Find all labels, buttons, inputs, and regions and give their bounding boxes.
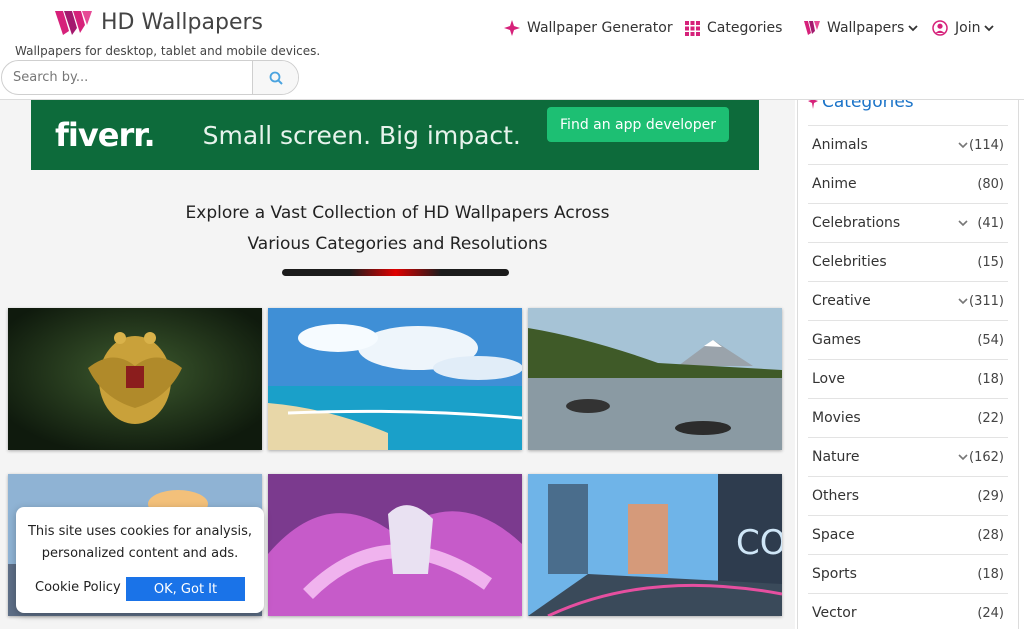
logo-text: HD Wallpapers bbox=[101, 10, 263, 35]
nav-wallpaper-generator[interactable]: Wallpaper Generator bbox=[504, 20, 673, 36]
sidebar-item-label: Space bbox=[812, 527, 855, 543]
user-icon bbox=[932, 20, 948, 36]
chevron-down-icon[interactable] bbox=[958, 219, 968, 227]
wallpaper-thumb[interactable] bbox=[268, 474, 522, 616]
cookie-message: This site uses cookies for analysis, per… bbox=[16, 521, 264, 565]
sidebar-item-celebrities[interactable]: Celebrities (15) bbox=[808, 242, 1008, 281]
sidebar-item-movies[interactable]: Movies (22) bbox=[808, 398, 1008, 437]
sidebar-item-count: (114) bbox=[969, 137, 1004, 153]
sidebar-item-creative[interactable]: Creative (311) bbox=[808, 281, 1008, 320]
sidebar-item-games[interactable]: Games (54) bbox=[808, 320, 1008, 359]
sidebar-item-label: Movies bbox=[812, 410, 861, 426]
ad-cta-button[interactable]: Find an app developer bbox=[547, 107, 729, 142]
sidebar-item-label: Anime bbox=[812, 176, 857, 192]
anime-beach-image bbox=[268, 308, 522, 450]
sidebar-item-count: (22) bbox=[977, 410, 1004, 426]
headline-line-1: Explore a Vast Collection of HD Wallpape… bbox=[185, 203, 610, 223]
ad-banner[interactable]: fiverr. Small screen. Big impact. Find a… bbox=[31, 100, 759, 170]
site-tagline: Wallpapers for desktop, tablet and mobil… bbox=[15, 44, 321, 58]
search-icon bbox=[269, 71, 283, 85]
sidebar-item-count: (162) bbox=[969, 449, 1004, 465]
chevron-down-icon bbox=[908, 24, 918, 32]
ad-headline: Small screen. Big impact. bbox=[202, 120, 521, 150]
sidebar-item-anime[interactable]: Anime (80) bbox=[808, 164, 1008, 203]
fantasy-character-image bbox=[268, 474, 522, 616]
search-input[interactable] bbox=[2, 61, 252, 94]
chevron-down-icon[interactable] bbox=[958, 297, 968, 305]
chevron-down-icon[interactable] bbox=[958, 141, 968, 149]
headline-line-2: Various Categories and Resolutions bbox=[247, 234, 548, 254]
sidebar-item-count: (41) bbox=[977, 215, 1004, 231]
coat-of-arms-image bbox=[8, 308, 262, 450]
sidebar-item-label: Celebrities bbox=[812, 254, 887, 270]
sidebar-item-count: (24) bbox=[977, 605, 1004, 621]
site-header: HD Wallpapers Wallpapers for desktop, ta… bbox=[0, 0, 1024, 100]
sidebar-item-animals[interactable]: Animals (114) bbox=[808, 125, 1008, 164]
sidebar-item-nature[interactable]: Nature (162) bbox=[808, 437, 1008, 476]
sidebar-item-count: (54) bbox=[977, 332, 1004, 348]
headline-divider bbox=[282, 269, 509, 276]
page-headline: Explore a Vast Collection of HD Wallpape… bbox=[0, 198, 795, 260]
category-list: Animals (114) Anime (80) Celebrations (41) Cel… bbox=[808, 125, 1008, 629]
nav-categories-label: Categories bbox=[707, 20, 783, 36]
sidebar-item-others[interactable]: Others (29) bbox=[808, 476, 1008, 515]
sidebar-item-label: Celebrations bbox=[812, 215, 901, 231]
chevron-down-icon[interactable] bbox=[958, 453, 968, 461]
search-button[interactable] bbox=[252, 61, 298, 94]
wallpaper-thumb[interactable] bbox=[8, 308, 262, 450]
grid-icon bbox=[685, 20, 700, 36]
nav-join[interactable]: Join bbox=[932, 20, 995, 36]
wallpaper-thumb[interactable]: CO bbox=[528, 474, 782, 616]
logo-w-icon bbox=[55, 10, 92, 35]
categories-sidebar: Categories Animals (114) Anime (80) Celebrat… bbox=[797, 92, 1019, 629]
svg-text:CO: CO bbox=[736, 523, 782, 563]
search-box bbox=[1, 60, 299, 95]
ad-brand-logo: fiverr. bbox=[55, 116, 156, 154]
nav-join-label: Join bbox=[955, 20, 981, 36]
sidebar-item-count: (28) bbox=[977, 527, 1004, 543]
site-logo[interactable]: HD Wallpapers bbox=[55, 10, 263, 35]
nav-wallpapers[interactable]: Wallpapers bbox=[804, 20, 918, 36]
cookie-banner: This site uses cookies for analysis, per… bbox=[16, 507, 264, 613]
sidebar-item-label: Animals bbox=[812, 137, 868, 153]
sidebar-item-label: Others bbox=[812, 488, 860, 504]
sidebar-item-space[interactable]: Space (28) bbox=[808, 515, 1008, 554]
sidebar-item-count: (29) bbox=[977, 488, 1004, 504]
chevron-down-icon bbox=[984, 24, 995, 32]
sidebar-item-celebrations[interactable]: Celebrations (41) bbox=[808, 203, 1008, 242]
sidebar-item-count: (15) bbox=[977, 254, 1004, 270]
cookie-message-line-2: personalized content and ads. bbox=[41, 546, 239, 561]
sidebar-item-count: (18) bbox=[977, 371, 1004, 387]
sidebar-item-label: Nature bbox=[812, 449, 860, 465]
nav-generator-label: Wallpaper Generator bbox=[527, 20, 673, 36]
sidebar-item-label: Vector bbox=[812, 605, 857, 621]
sparkle-icon bbox=[504, 20, 520, 36]
wallpaper-thumb[interactable] bbox=[268, 308, 522, 450]
wallpapers-w-icon bbox=[804, 21, 820, 35]
cookie-message-line-1: This site uses cookies for analysis, bbox=[27, 524, 253, 539]
sidebar-item-love[interactable]: Love (18) bbox=[808, 359, 1008, 398]
mountain-lake-image bbox=[528, 308, 782, 450]
sidebar-item-count: (311) bbox=[969, 293, 1004, 309]
cookie-policy-link[interactable]: Cookie Policy bbox=[35, 580, 121, 595]
sidebar-item-label: Games bbox=[812, 332, 861, 348]
sidebar-item-count: (18) bbox=[977, 566, 1004, 582]
sidebar-item-vector[interactable]: Vector (24) bbox=[808, 593, 1008, 629]
futuristic-city-image: CO bbox=[528, 474, 782, 616]
sidebar-item-count: (80) bbox=[977, 176, 1004, 192]
sidebar-item-label: Creative bbox=[812, 293, 871, 309]
sidebar-item-sports[interactable]: Sports (18) bbox=[808, 554, 1008, 593]
cookie-accept-button[interactable]: OK, Got It bbox=[126, 577, 245, 601]
sidebar-item-label: Love bbox=[812, 371, 846, 387]
sidebar-item-label: Sports bbox=[812, 566, 857, 582]
wallpaper-thumb[interactable] bbox=[528, 308, 782, 450]
nav-categories[interactable]: Categories bbox=[685, 20, 782, 36]
nav-wallpapers-label: Wallpapers bbox=[827, 20, 905, 36]
